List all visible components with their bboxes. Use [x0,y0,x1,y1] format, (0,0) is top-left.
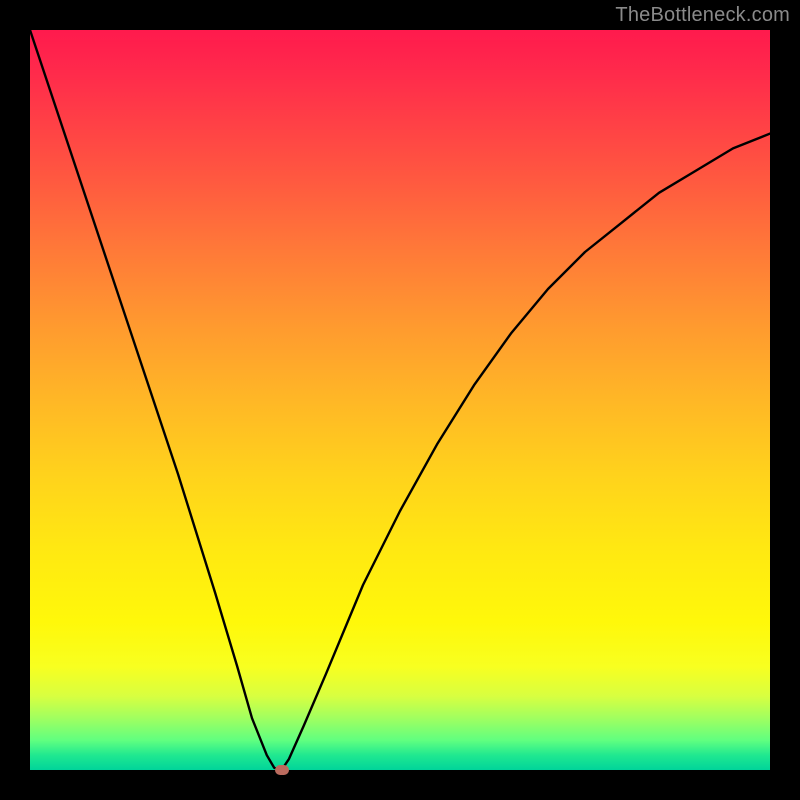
chart-frame: TheBottleneck.com [0,0,800,800]
optimal-point-marker [275,765,289,775]
chart-plot-area [30,30,770,770]
watermark-text: TheBottleneck.com [615,4,790,27]
curve-path [30,30,770,770]
bottleneck-curve [30,30,770,770]
